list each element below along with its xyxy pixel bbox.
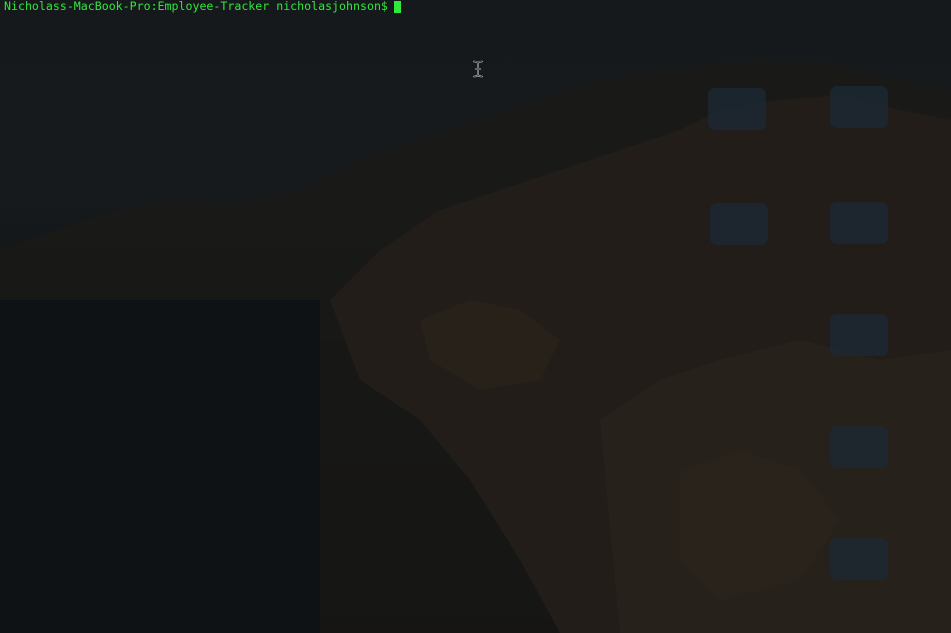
terminal-window[interactable]: Nicholass-MacBook-Pro:Employee-Tracker n…: [0, 0, 951, 633]
terminal-content[interactable]: Nicholass-MacBook-Pro:Employee-Tracker n…: [0, 0, 951, 633]
i-beam-cursor-icon: [473, 60, 483, 78]
text-cursor: [393, 1, 401, 13]
command-prompt-line[interactable]: Nicholass-MacBook-Pro:Employee-Tracker n…: [4, 0, 947, 13]
shell-prompt: Nicholass-MacBook-Pro:Employee-Tracker n…: [4, 0, 388, 13]
